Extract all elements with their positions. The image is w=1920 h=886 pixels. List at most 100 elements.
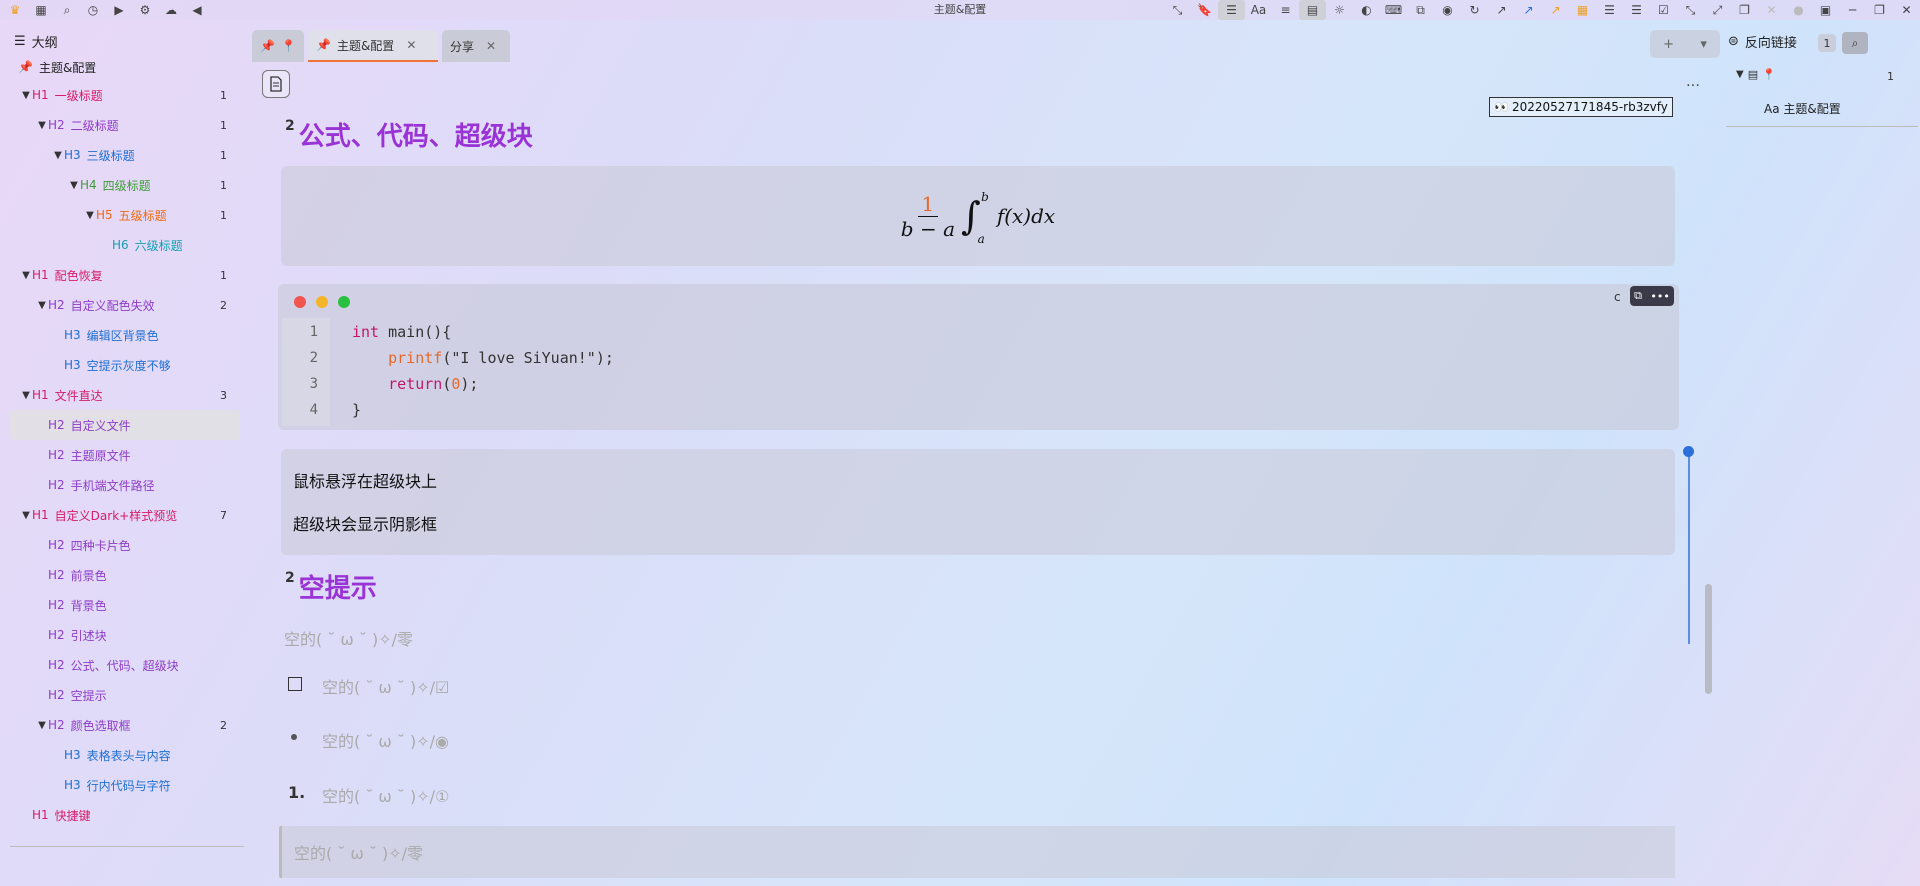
toolbar-icon[interactable]: ✕ <box>1758 0 1785 20</box>
toolbar-icon[interactable]: ● <box>1785 0 1812 20</box>
gear-icon[interactable]: ⚙ <box>134 0 156 20</box>
heading-empty-hint[interactable]: 2 空提示 <box>285 568 377 605</box>
toolbar-icon[interactable]: ⤡ <box>1164 0 1191 20</box>
code-language[interactable]: c <box>1614 290 1621 304</box>
blockquote[interactable]: 空的( ˘ ω ˘ )✧/零 <box>279 826 1675 878</box>
paragraph[interactable]: 超级块会显示阴影框 <box>293 511 437 535</box>
math-block[interactable]: 1 b − a ∫ b a f(x)dx <box>281 166 1675 266</box>
toolbar-icon[interactable]: ◉ <box>1434 0 1461 20</box>
outline-item[interactable]: H2 自定义文件 <box>10 410 240 440</box>
backlinks-search-button[interactable]: ⌕ <box>1842 32 1868 54</box>
outline-item[interactable]: H2 公式、代码、超级块 <box>0 650 248 680</box>
outline-item[interactable]: H3 编辑区背景色 <box>0 320 248 350</box>
toolbar-icon[interactable]: ⌨ <box>1380 0 1407 20</box>
outline-item[interactable]: H3 行内代码与字符 <box>0 770 248 800</box>
chevron-down-icon[interactable]: ▼ <box>20 510 32 521</box>
chevron-down-icon[interactable]: ▾ <box>1700 37 1707 52</box>
toolbar-icon[interactable]: ❐ <box>1866 0 1893 20</box>
toolbar-icon[interactable]: ☰ <box>1623 0 1650 20</box>
scrollbar-thumb[interactable] <box>1705 584 1712 694</box>
toolbar-icon[interactable]: ↗ <box>1542 0 1569 20</box>
chevron-down-icon[interactable]: ▼ <box>20 390 32 401</box>
toolbar-icon[interactable]: ☰ <box>1218 0 1245 20</box>
back-icon[interactable]: ◀ <box>186 0 208 20</box>
history-icon[interactable]: ◷ <box>82 0 104 20</box>
code-toolbar[interactable]: ⧉ ••• <box>1630 286 1674 306</box>
toolbar-icon[interactable]: ↗ <box>1488 0 1515 20</box>
outline-item[interactable]: H1 快捷键 <box>0 800 248 830</box>
copy-icon[interactable]: ⧉ <box>1634 289 1642 303</box>
outline-item[interactable]: H2 前景色 <box>0 560 248 590</box>
block-scroll-dot[interactable] <box>1683 446 1694 457</box>
chevron-down-icon[interactable]: ▼ <box>36 720 48 731</box>
chevron-down-icon[interactable]: ▼ <box>52 150 64 161</box>
chevron-down-icon[interactable]: ▼ <box>36 120 48 131</box>
paragraph-placeholder[interactable]: 空的( ˘ ω ˘ )✧/零 <box>284 626 413 650</box>
more-icon[interactable]: … <box>1686 74 1701 90</box>
outline-item[interactable]: H2 背景色 <box>0 590 248 620</box>
toolbar-icon[interactable]: ≡ <box>1272 0 1299 20</box>
block-id-badge[interactable]: 👀 20220527171845-rb3zvfy <box>1489 97 1673 117</box>
chevron-down-icon[interactable]: ▼ <box>1736 69 1744 80</box>
ordered-placeholder[interactable]: 空的( ˘ ω ˘ )✧/① <box>322 783 449 807</box>
task-placeholder[interactable]: 空的( ˘ ω ˘ )✧/☑ <box>322 674 449 698</box>
chevron-down-icon[interactable]: ▼ <box>84 210 96 221</box>
doc-icon-button[interactable] <box>262 70 290 98</box>
code-line[interactable]: } <box>352 397 361 423</box>
outline-item[interactable]: ▼ H2 二级标题 1 <box>0 110 248 140</box>
toolbar-icon[interactable]: ⤡ <box>1677 0 1704 20</box>
toolbar-icon[interactable]: ☑ <box>1650 0 1677 20</box>
toolbar-icon[interactable]: ✕ <box>1893 0 1920 20</box>
outline-item[interactable]: H2 引述块 <box>0 620 248 650</box>
outline-item[interactable]: ▼ H1 自定义Dark+样式预览 7 <box>0 500 248 530</box>
heading-formula-code[interactable]: 2 公式、代码、超级块 <box>285 116 533 153</box>
chevron-down-icon[interactable]: ▼ <box>20 270 32 281</box>
tab-pinned[interactable]: 📌 📍 <box>252 30 304 62</box>
toolbar-icon[interactable]: ▣ <box>1812 0 1839 20</box>
outline-item[interactable]: ▼ H3 三级标题 1 <box>0 140 248 170</box>
toolbar-icon[interactable]: ↻ <box>1461 0 1488 20</box>
code-line[interactable]: int main(){ <box>352 319 451 345</box>
search-icon[interactable]: ⌕ <box>56 0 78 20</box>
close-icon[interactable]: ✕ <box>406 38 416 52</box>
toolbar-icon[interactable]: ❐ <box>1731 0 1758 20</box>
toolbar-icon[interactable]: ▤ <box>1299 0 1326 20</box>
quote-placeholder[interactable]: 空的( ˘ ω ˘ )✧/零 <box>294 840 423 864</box>
outline-item[interactable]: H2 四种卡片色 <box>0 530 248 560</box>
toolbar-icon[interactable]: ─ <box>1839 0 1866 20</box>
backlinks-doc-row[interactable]: ▼ ▤ 📍 <box>1736 68 1776 81</box>
outline-item[interactable]: ▼ H2 自定义配色失效 2 <box>0 290 248 320</box>
toolbar-icon[interactable]: ⧉ <box>1407 0 1434 20</box>
plus-icon[interactable]: + <box>1663 37 1674 52</box>
toolbar-icon[interactable]: ▦ <box>1569 0 1596 20</box>
outline-doc-title[interactable]: 📌 主题&配置 <box>0 54 248 80</box>
play-icon[interactable]: ▶ <box>108 0 130 20</box>
outline-item[interactable]: H3 表格表头与内容 <box>0 740 248 770</box>
outline-item[interactable]: ▼ H1 一级标题 1 <box>0 80 248 110</box>
code-line[interactable]: printf("I love SiYuan!"); <box>352 345 614 371</box>
toolbar-icon[interactable]: ⤢ <box>1704 0 1731 20</box>
more-icon[interactable]: ••• <box>1650 290 1669 303</box>
toolbar-icon[interactable]: ☼ <box>1326 0 1353 20</box>
chevron-down-icon[interactable]: ▼ <box>68 180 80 191</box>
tab-theme-config[interactable]: 📌 主题&配置 ✕ <box>308 30 438 62</box>
outline-item[interactable]: H3 空提示灰度不够 <box>0 350 248 380</box>
outline-item[interactable]: ▼ H5 五级标题 1 <box>0 200 248 230</box>
paragraph[interactable]: 鼠标悬浮在超级块上 <box>293 468 437 492</box>
calendar-icon[interactable]: ▦ <box>30 0 52 20</box>
outline-item[interactable]: H2 主题原文件 <box>0 440 248 470</box>
chevron-down-icon[interactable]: ▼ <box>36 300 48 311</box>
toolbar-icon[interactable]: ◐ <box>1353 0 1380 20</box>
outline-item[interactable]: ▼ H2 颜色选取框 2 <box>0 710 248 740</box>
task-checkbox[interactable] <box>288 677 302 691</box>
outline-item[interactable]: H6 六级标题 <box>0 230 248 260</box>
outline-item[interactable]: ▼ H1 配色恢复 1 <box>0 260 248 290</box>
toolbar-icon[interactable]: ↗ <box>1515 0 1542 20</box>
bullet-placeholder[interactable]: 空的( ˘ ω ˘ )✧/◉ <box>322 728 449 752</box>
outline-item[interactable]: H2 空提示 <box>0 680 248 710</box>
super-block[interactable]: 鼠标悬浮在超级块上 超级块会显示阴影框 <box>281 449 1675 555</box>
backlink-item[interactable]: Aa 主题&配置 <box>1764 100 1841 117</box>
close-icon[interactable]: ✕ <box>486 39 496 53</box>
outline-item[interactable]: ▼ H4 四级标题 1 <box>0 170 248 200</box>
outline-item[interactable]: H2 手机端文件路径 <box>0 470 248 500</box>
